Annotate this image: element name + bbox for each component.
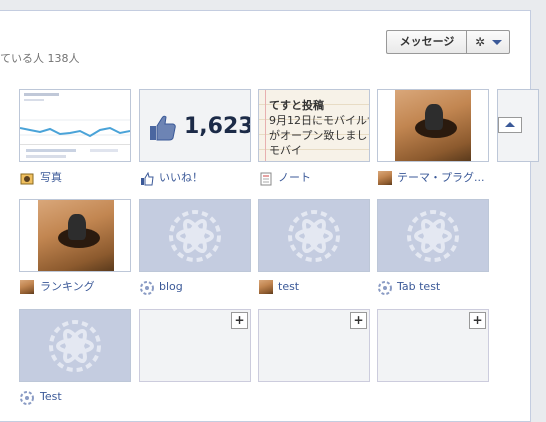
notes-label[interactable]: ノート [278,171,311,185]
theme-tile[interactable] [377,89,489,162]
test-label[interactable]: test [278,280,299,294]
likes-label[interactable]: いいね！ [159,171,203,185]
cat-figure [425,104,443,130]
theme-label[interactable]: テーマ・プラグ... [397,171,485,185]
theme-app-icon [378,171,392,185]
atom-gear-icon [49,320,101,372]
blog-tile[interactable] [139,199,251,272]
scroll-up-button[interactable] [498,117,522,133]
ranking-label[interactable]: ランキング [40,280,95,294]
empty-slot: + [377,309,489,382]
atom-gear-icon [169,210,221,262]
notes-tile[interactable]: てすと投稿 9月12日にモバイルサ がオープン致しまし モバイ [258,89,370,162]
likes-tile[interactable]: 1,623 [139,89,251,162]
photos-tile[interactable] [19,89,131,162]
blog-label[interactable]: blog [159,280,183,294]
empty-slot: + [139,309,251,382]
tab-test-label[interactable]: Tab test [397,280,440,294]
cat-photo-image [38,200,114,271]
add-app-button[interactable]: + [469,312,486,329]
note-icon [259,171,273,186]
empty-slot: + [258,309,370,382]
app-gear-icon [378,280,392,295]
ranking-app-icon [20,280,34,294]
scroll-panel [497,89,539,162]
tab-test-tile[interactable] [377,199,489,272]
app-gear-icon [20,390,34,405]
app-gear-icon [140,280,154,295]
thumbs-up-icon [150,115,176,141]
photo-icon [20,171,34,185]
atom-gear-icon [407,210,459,262]
note-body: 9月12日にモバイルサ がオープン致しまし モバイ [269,114,370,157]
photos-label[interactable]: 写真 [40,171,62,185]
note-title: てすと投稿 [269,99,324,112]
likes-count: 1,623 [184,114,251,139]
test-app-label[interactable]: Test [40,390,62,404]
message-button[interactable]: メッセージ [386,30,467,54]
cat-figure [68,214,86,240]
chevron-down-icon [492,40,502,45]
settings-menu-button[interactable]: ✲ [466,30,510,54]
add-app-button[interactable]: + [231,312,248,329]
photos-thumbnail [20,90,130,161]
atom-gear-icon [288,210,340,262]
add-app-button[interactable]: + [350,312,367,329]
test-app-tile[interactable] [19,309,131,382]
cat-photo-image [395,90,471,161]
likes-count-text: ている人 138人 [0,52,80,65]
test-tile[interactable] [258,199,370,272]
gear-icon: ✲ [475,35,486,49]
ranking-tile[interactable] [19,199,131,272]
note-margin-line [265,90,266,161]
like-icon [140,171,154,186]
test-app-icon [259,280,273,294]
